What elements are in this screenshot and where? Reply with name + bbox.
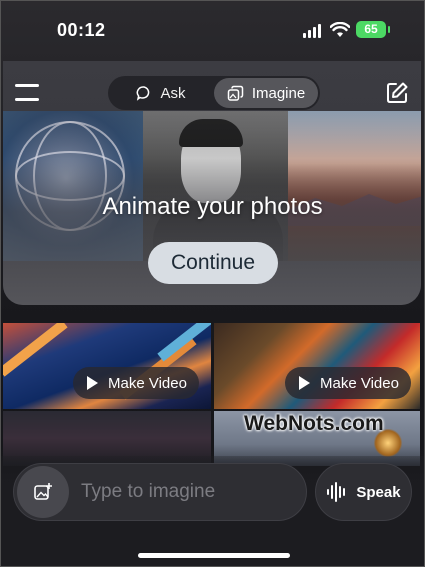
watermark: WebNots.com	[244, 412, 384, 435]
add-image-button[interactable]	[17, 466, 69, 518]
make-video-label: Make Video	[320, 374, 399, 392]
play-icon	[87, 376, 98, 390]
play-icon	[299, 376, 310, 390]
battery-icon: 65	[356, 21, 390, 38]
speak-label: Speak	[356, 483, 401, 501]
compose-icon[interactable]	[385, 81, 409, 105]
cellular-signal-icon	[303, 24, 323, 38]
tab-ask-label: Ask	[160, 84, 186, 102]
voice-waveform-icon	[327, 482, 346, 502]
mode-switcher: Ask Imagine	[108, 76, 320, 110]
add-photo-icon	[34, 483, 52, 500]
menu-icon[interactable]	[15, 84, 39, 102]
make-video-button[interactable]: Make Video	[73, 367, 199, 399]
make-video-button[interactable]: Make Video	[285, 367, 411, 399]
status-bar: 00:12 65	[1, 1, 424, 59]
speak-button[interactable]: Speak	[315, 463, 412, 521]
tile-stripe	[3, 323, 68, 377]
prompt-placeholder: Type to imagine	[81, 481, 216, 502]
chat-bubble-icon	[137, 86, 150, 101]
tab-imagine-label: Imagine	[251, 84, 306, 102]
make-video-label: Make Video	[108, 374, 187, 392]
hero-title: Animate your photos	[102, 193, 323, 220]
image-stack-icon	[227, 85, 244, 101]
status-time: 00:12	[57, 20, 106, 40]
tab-imagine[interactable]: Imagine	[214, 78, 318, 108]
app-screen: Animate your photos Continue 00:12 65 As…	[0, 0, 425, 567]
wifi-icon	[330, 22, 350, 37]
home-indicator[interactable]	[138, 553, 290, 558]
tab-ask[interactable]: Ask	[110, 78, 212, 108]
continue-button[interactable]: Continue	[148, 242, 278, 284]
tile-stripe	[157, 323, 211, 362]
